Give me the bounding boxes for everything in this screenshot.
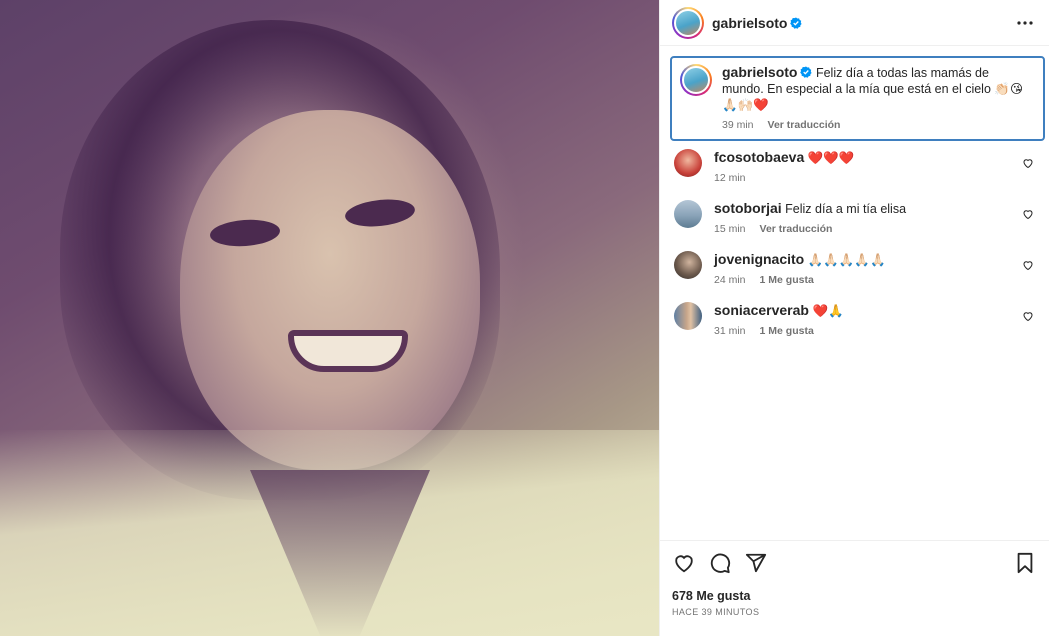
comment-item: jovenignacito 🙏🏻🙏🏻🙏🏻🙏🏻🙏🏻 24 min 1 Me gus…: [674, 247, 1037, 298]
author-username[interactable]: gabrielsoto: [712, 15, 787, 31]
share-icon: [745, 553, 767, 573]
comment-item: fcosotobaeva ❤️❤️❤️ 12 min: [674, 145, 1037, 196]
action-icons-row: [672, 551, 1037, 575]
comment-time: 12 min: [714, 172, 746, 184]
comment-like-button[interactable]: [1019, 259, 1037, 271]
comment-icon: [710, 553, 731, 574]
post-photo: [0, 0, 659, 636]
more-options-button[interactable]: [1013, 11, 1037, 35]
photo-face: [180, 110, 480, 470]
comment-time: 24 min: [714, 274, 746, 286]
like-button[interactable]: [672, 551, 696, 575]
likes-count[interactable]: 678 Me gusta: [672, 589, 1037, 603]
verified-badge-icon: [800, 66, 813, 78]
post-side-panel: gabrielsoto gabrielsoto Feliz día a toda…: [659, 0, 1049, 636]
post-caption: gabrielsoto Feliz día a todas las mamás …: [670, 56, 1045, 141]
heart-icon: [1023, 210, 1033, 220]
comment-time: 31 min: [714, 325, 746, 337]
caption-translate-button[interactable]: Ver traducción: [768, 119, 841, 131]
more-icon: [1017, 20, 1033, 25]
comment-translate-button[interactable]: Ver traducción: [760, 223, 833, 235]
comment-item: soniacerverab ❤️🙏 31 min 1 Me gusta: [674, 298, 1037, 349]
comment-text: 🙏🏻🙏🏻🙏🏻🙏🏻🙏🏻: [807, 253, 886, 267]
save-button[interactable]: [1013, 551, 1037, 575]
comment-text: ❤️🙏: [812, 304, 844, 318]
share-button[interactable]: [744, 551, 768, 575]
comment-text: ❤️❤️❤️: [807, 151, 855, 165]
heart-icon: [675, 555, 693, 573]
heart-icon: [1023, 261, 1033, 271]
comment-item: sotoborjai Feliz día a mi tía elisa 15 m…: [674, 196, 1037, 247]
commenter-avatar[interactable]: [674, 149, 702, 177]
comment-time: 15 min: [714, 223, 746, 235]
post-header: gabrielsoto: [660, 0, 1049, 46]
caption-time: 39 min: [722, 119, 754, 131]
commenter-username[interactable]: soniacerverab: [714, 302, 809, 318]
comment-text: Feliz día a mi tía elisa: [785, 202, 907, 216]
comment-like-button[interactable]: [1019, 310, 1037, 322]
caption-username[interactable]: gabrielsoto: [722, 64, 797, 80]
commenter-avatar[interactable]: [674, 251, 702, 279]
heart-icon: [1023, 159, 1033, 169]
post-timestamp: HACE 39 MINUTOS: [672, 607, 760, 617]
author-avatar[interactable]: [672, 6, 704, 39]
commenter-username[interactable]: sotoborjai: [714, 200, 782, 216]
caption-avatar[interactable]: [680, 64, 712, 96]
post-actions: 678 Me gusta HACE 39 MINUTOS: [660, 540, 1049, 636]
heart-icon: [1023, 312, 1033, 322]
comment-button[interactable]: [708, 551, 732, 575]
commenter-username[interactable]: fcosotobaeva: [714, 149, 804, 165]
comment-likes-count[interactable]: 1 Me gusta: [760, 325, 814, 337]
verified-badge-icon: [790, 17, 803, 29]
commenter-avatar[interactable]: [674, 302, 702, 330]
comment-like-button[interactable]: [1019, 208, 1037, 220]
comment-likes-count[interactable]: 1 Me gusta: [760, 274, 814, 286]
comments-list: gabrielsoto Feliz día a todas las mamás …: [660, 46, 1049, 540]
bookmark-icon: [1017, 552, 1033, 574]
commenter-username[interactable]: jovenignacito: [714, 251, 804, 267]
photo-smile: [288, 330, 408, 372]
commenter-avatar[interactable]: [674, 200, 702, 228]
comment-like-button[interactable]: [1019, 157, 1037, 169]
